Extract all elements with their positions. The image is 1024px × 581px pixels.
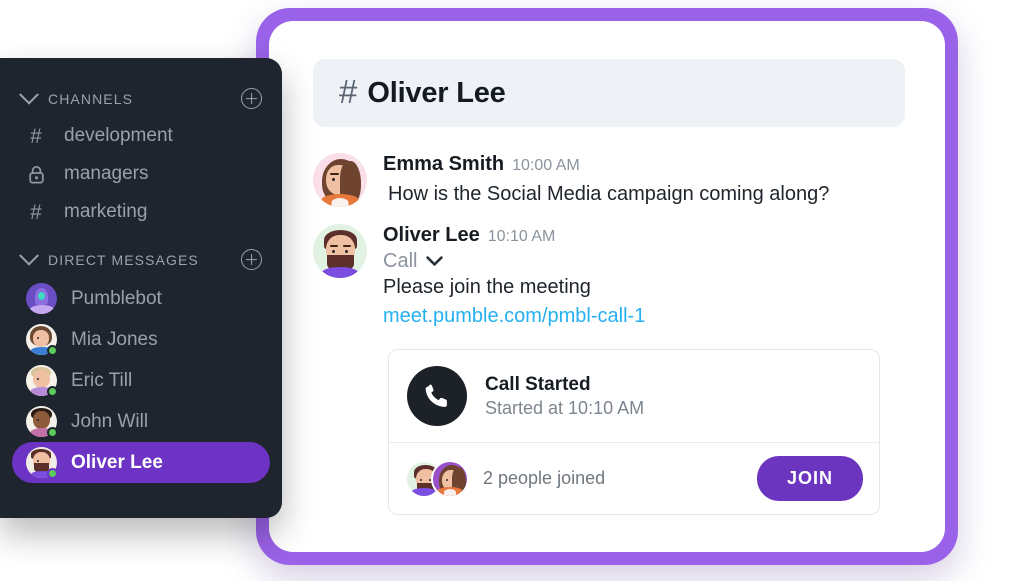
chevron-down-icon xyxy=(426,256,444,266)
add-direct-message-icon[interactable] xyxy=(241,249,262,270)
meeting-link[interactable]: meet.pumble.com/pmbl-call-1 xyxy=(383,302,905,331)
sidebar-item-label: Oliver Lee xyxy=(71,451,163,473)
add-channel-icon[interactable] xyxy=(241,88,262,109)
call-started-card: Call Started Started at 10:10 AM 2 peopl… xyxy=(388,349,880,515)
message-timestamp: 10:10 AM xyxy=(487,228,556,245)
chevron-down-icon xyxy=(19,245,39,266)
call-type-label: Call xyxy=(383,250,418,272)
screenshot-root: # Oliver Lee Emma Smith 10:00 AM How is … xyxy=(0,0,1024,581)
channel-header[interactable]: # Oliver Lee xyxy=(313,59,905,127)
avatar-emma-smith xyxy=(313,153,367,207)
sidebar-section-channels[interactable]: CHANNELS xyxy=(0,80,282,117)
chevron-down-icon xyxy=(19,84,39,105)
call-card-title: Call Started xyxy=(485,373,591,395)
message-body: Emma Smith 10:00 AM How is the Social Me… xyxy=(383,153,905,208)
sidebar-item-label: marketing xyxy=(64,201,148,222)
message-emma-smith: Emma Smith 10:00 AM How is the Social Me… xyxy=(313,153,905,208)
online-status-dot xyxy=(47,386,58,397)
sidebar-item-label: managers xyxy=(64,163,149,184)
sidebar-item-marketing[interactable]: # marketing xyxy=(0,193,282,231)
message-timestamp: 10:00 AM xyxy=(512,157,580,174)
call-card-texts: Call Started Started at 10:10 AM xyxy=(485,374,644,419)
chat-window-frame: # Oliver Lee Emma Smith 10:00 AM How is … xyxy=(256,8,958,565)
sidebar-item-pumblebot[interactable]: Pumblebot xyxy=(12,278,270,319)
message-header: Emma Smith 10:00 AM xyxy=(383,153,905,176)
sidebar-item-label: Mia Jones xyxy=(71,328,158,350)
hash-icon: # xyxy=(339,72,358,110)
sidebar-item-development[interactable]: # development xyxy=(0,117,282,155)
sidebar-section-label: CHANNELS xyxy=(48,90,134,107)
call-type-dropdown[interactable]: Call xyxy=(383,250,905,273)
page-title: Oliver Lee xyxy=(367,76,506,109)
sidebar: CHANNELS # development managers # market… xyxy=(0,58,282,518)
lock-icon xyxy=(26,165,46,184)
avatar-oliver-lee-sidebar xyxy=(26,447,58,479)
phone-icon xyxy=(407,366,467,426)
avatar-oliver-lee xyxy=(313,224,367,278)
chat-panel: # Oliver Lee Emma Smith 10:00 AM How is … xyxy=(269,21,945,552)
sidebar-item-label: Pumblebot xyxy=(71,287,162,309)
sidebar-item-managers[interactable]: managers xyxy=(0,155,282,193)
online-status-dot xyxy=(47,345,58,356)
avatar-eric-till xyxy=(26,365,58,397)
avatar-emma-smith-small xyxy=(431,459,469,498)
joined-count-label: 2 people joined xyxy=(483,468,606,488)
message-oliver-lee: Oliver Lee 10:10 AM Call Please join the… xyxy=(313,224,905,515)
sidebar-item-label: John Will xyxy=(71,410,149,432)
sidebar-item-mia-jones[interactable]: Mia Jones xyxy=(12,319,270,360)
message-text: Please join the meeting xyxy=(383,276,591,298)
online-status-dot xyxy=(47,427,58,438)
online-status-dot xyxy=(47,468,58,479)
message-header: Oliver Lee 10:10 AM xyxy=(383,224,905,247)
avatar-john-will xyxy=(26,406,58,438)
avatar-pumblebot xyxy=(26,283,57,314)
hash-icon: # xyxy=(30,200,42,224)
sidebar-section-label: DIRECT MESSAGES xyxy=(48,251,199,268)
message-text: How is the Social Media campaign coming … xyxy=(388,183,830,205)
call-card-header: Call Started Started at 10:10 AM xyxy=(389,350,879,442)
message-author: Oliver Lee xyxy=(383,224,480,246)
hash-icon: # xyxy=(30,124,42,148)
message-body: Oliver Lee 10:10 AM Call Please join the… xyxy=(383,224,905,515)
avatar-mia-jones xyxy=(26,324,58,356)
join-button[interactable]: JOIN xyxy=(756,456,863,501)
message-author: Emma Smith xyxy=(383,153,505,175)
sidebar-section-direct-messages[interactable]: DIRECT MESSAGES xyxy=(0,241,282,278)
sidebar-item-john-will[interactable]: John Will xyxy=(12,401,270,442)
call-card-subtitle: Started at 10:10 AM xyxy=(485,397,645,418)
call-card-footer: 2 people joined JOIN xyxy=(389,443,879,514)
sidebar-item-label: Eric Till xyxy=(71,369,133,391)
joined-participants-avatars xyxy=(405,459,469,498)
sidebar-item-label: development xyxy=(64,125,173,146)
sidebar-item-eric-till[interactable]: Eric Till xyxy=(12,360,270,401)
sidebar-item-oliver-lee[interactable]: Oliver Lee xyxy=(12,442,270,483)
